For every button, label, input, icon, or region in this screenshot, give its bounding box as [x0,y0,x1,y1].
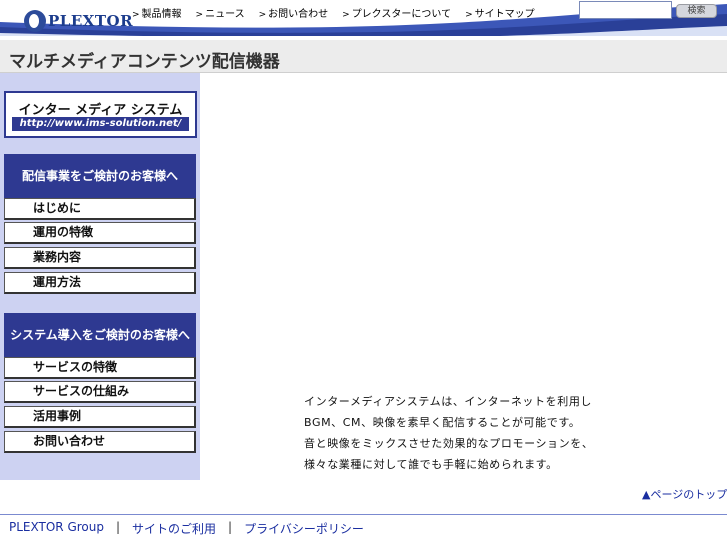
menu-item-intro[interactable]: はじめに [4,198,196,220]
intro-text: インターメディアシステムは、インターネットを利用し BGM、CM、映像を素早く配… [304,391,593,475]
ims-banner-url: http://www.ims-solution.net/ [12,117,189,131]
footer-divider [0,514,727,515]
menu-item-service-features[interactable]: サービスの特徴 [4,357,196,379]
ims-banner-title: インター メディア システム [18,103,183,118]
page-title: マルチメディアコンテンツ配信機器 [9,52,280,72]
menu-item-operation-features[interactable]: 運用の特徴 [4,222,196,244]
nav-label: お問い合わせ [268,9,329,20]
page-top-link[interactable]: ▲ページのトップへ [642,486,727,502]
top-navigation: > 製品情報 > ニュース > お問い合わせ > プレクスターについて > サイトマップ [132,5,549,20]
chevron-right-icon: > [195,10,204,20]
nav-label: 製品情報 [141,9,182,20]
nav-label: ニュース [205,9,245,20]
intro-line: 様々な業種に対して誰でも手軽に始められます。 [304,458,558,471]
search-button[interactable]: 検索 [676,4,717,18]
nav-label: プレクスターについて [351,9,452,20]
footer-group-link[interactable]: PLEXTOR Group [9,520,104,537]
logo-text: PLEXTOR [48,12,134,30]
chevron-right-icon: > [132,10,140,20]
search-input[interactable] [579,1,672,19]
nav-contact[interactable]: > お問い合わせ [259,5,329,20]
menu-item-case-studies[interactable]: 活用事例 [4,406,196,428]
footer-separator: | [228,520,233,534]
plextor-logo[interactable]: PLEXTOR [24,8,133,34]
nav-about[interactable]: > プレクスターについて [342,5,451,20]
footer: PLEXTOR Group | サイトのご利用 | プライバシーポリシー [9,520,364,537]
nav-label: サイトマップ [474,9,535,20]
section-heading-distribution[interactable]: 配信事業をご検討のお客様へ [4,154,196,199]
menu-item-business[interactable]: 業務内容 [4,247,196,269]
footer-site-usage-link[interactable]: サイトのご利用 [132,520,216,537]
footer-privacy-link[interactable]: プライバシーポリシー [244,520,364,537]
nav-news[interactable]: > ニュース [196,5,245,20]
chevron-right-icon: > [258,10,267,20]
nav-sitemap[interactable]: > サイトマップ [465,5,535,20]
section-heading-system[interactable]: システム導入をご検討のお客様へ [4,313,196,358]
nav-products[interactable]: > 製品情報 [132,5,182,20]
menu-item-contact[interactable]: お問い合わせ [4,431,196,453]
footer-separator: | [115,520,121,534]
site-header: PLEXTOR > 製品情報 > ニュース > お問い合わせ > プレクスターについて … [0,0,727,40]
logo-icon [24,10,46,32]
intro-line: BGM、CM、映像を素早く配信することが可能です。 [304,416,581,429]
intro-line: インターメディアシステムは、インターネットを利用し [304,395,593,408]
ims-banner[interactable]: インター メディア システム http://www.ims-solution.n… [4,91,197,138]
chevron-right-icon: > [342,10,350,20]
sidebar: インター メディア システム http://www.ims-solution.n… [0,73,200,480]
intro-line: 音と映像をミックスさせた効果的なプロモーションを、 [304,437,594,450]
menu-item-service-mechanism[interactable]: サービスの仕組み [4,381,196,403]
chevron-right-icon: > [465,10,473,20]
menu-item-operation-method[interactable]: 運用方法 [4,272,196,294]
